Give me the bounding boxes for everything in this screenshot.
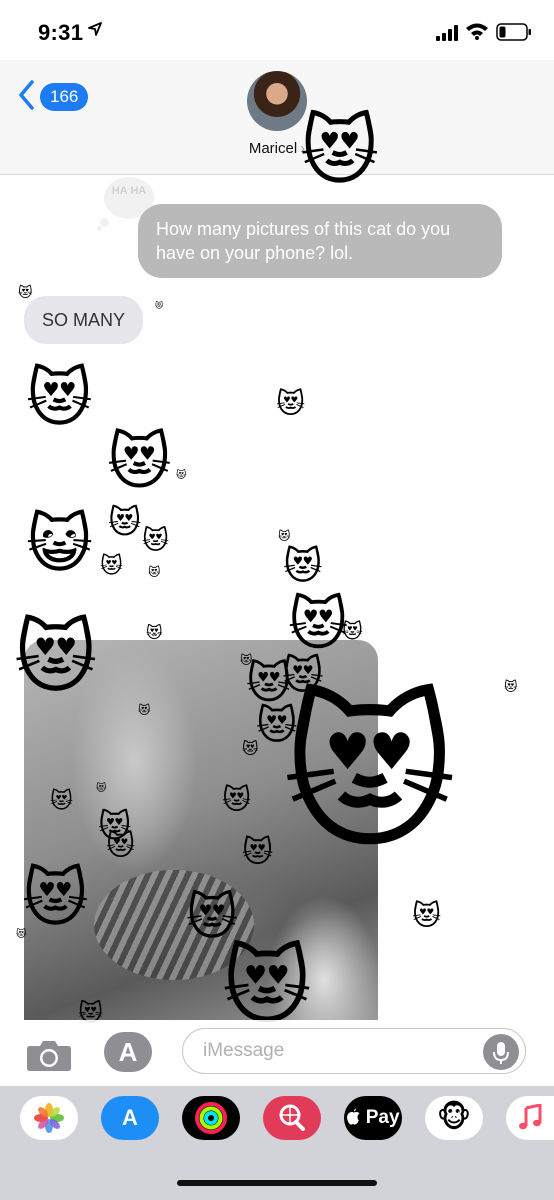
incoming-message-bubble[interactable]: SO MANY: [24, 296, 144, 344]
heart-eyes-cat-icon: 😻: [342, 621, 363, 643]
apple-pay-label: Pay: [365, 1107, 400, 1128]
heart-eyes-cat-icon: 😻: [22, 862, 89, 934]
heart-eyes-cat-icon: 😻: [26, 362, 93, 434]
contact-avatar[interactable]: [247, 71, 307, 131]
heart-eyes-cat-icon: 😻: [16, 929, 27, 940]
battery-icon: [496, 23, 532, 46]
heart-eyes-cat-icon: 😻: [186, 889, 239, 945]
heart-eyes-cat-icon: 😻: [100, 553, 123, 578]
heart-eyes-cat-icon: 😻: [148, 565, 161, 579]
heart-eyes-cat-icon: 😻: [278, 529, 291, 543]
heart-eyes-cat-icon: 😻: [282, 680, 458, 868]
animoji-app-button[interactable]: 🐵: [425, 1096, 483, 1140]
contact-name-button[interactable]: Maricel ›: [0, 140, 554, 157]
imessage-app-drawer: A Pay 🐵: [0, 1086, 554, 1200]
conversation-header: 166 Maricel ›: [0, 60, 554, 175]
heart-eyes-cat-icon: 😻: [276, 388, 306, 419]
app-store-drawer-button[interactable]: A: [104, 1032, 152, 1072]
tapback-tail: [97, 226, 102, 231]
apple-logo-icon: [346, 1107, 365, 1128]
heart-eyes-cat-icon: 😻: [176, 470, 187, 481]
grinning-cat-icon: 😺: [26, 508, 93, 580]
back-button[interactable]: 166: [18, 79, 89, 115]
app-store-icon: A: [118, 1037, 138, 1067]
heart-eyes-cat-icon: 😻: [222, 784, 252, 815]
chevron-left-icon: [18, 79, 34, 115]
imessage-field[interactable]: [182, 1028, 526, 1074]
heart-eyes-cat-icon: 😻: [155, 301, 164, 310]
heart-eyes-cat-icon: 😻: [107, 428, 172, 497]
dictation-button[interactable]: [483, 1034, 519, 1070]
outgoing-message-bubble[interactable]: How many pictures of this cat do you hav…: [138, 204, 502, 278]
heart-eyes-cat-icon: 😻: [14, 613, 98, 702]
heart-eyes-cat-icon: 😻: [412, 900, 442, 931]
activity-app-button[interactable]: [182, 1096, 240, 1140]
heart-eyes-cat-icon: 😻: [108, 504, 142, 540]
heart-eyes-cat-icon: 😻: [242, 741, 259, 758]
camera-icon: [26, 1041, 72, 1076]
heart-eyes-cat-icon: 😻: [242, 836, 274, 869]
music-app-button[interactable]: [506, 1096, 554, 1140]
location-arrow-icon: [88, 22, 102, 41]
heart-eyes-cat-icon: 😻: [50, 788, 73, 813]
status-time: 9:31: [38, 20, 84, 45]
app-store-app-button[interactable]: A: [101, 1096, 159, 1140]
app-store-app-icon: A: [122, 1105, 138, 1130]
music-app-icon: [518, 1103, 542, 1137]
heart-eyes-cat-icon: 😻: [106, 830, 136, 861]
wifi-icon: [465, 22, 489, 45]
compose-bar: A: [0, 1020, 554, 1086]
contact-name: Maricel: [248, 140, 298, 157]
photos-app-button[interactable]: [20, 1096, 78, 1140]
heart-eyes-cat-icon: 😻: [142, 525, 170, 555]
heart-eyes-cat-icon: 😻: [18, 284, 33, 300]
heart-eyes-cat-icon: 😻: [222, 939, 312, 1035]
heart-eyes-cat-icon: 😻: [504, 679, 518, 694]
heart-eyes-cat-icon: 😻: [283, 546, 323, 588]
heart-eyes-cat-icon: 😻: [288, 592, 349, 657]
microphone-icon: [483, 1042, 519, 1074]
heart-eyes-cat-icon: 😻: [300, 109, 380, 194]
heart-eyes-cat-icon: 😻: [96, 783, 107, 794]
unread-count-badge: 166: [40, 83, 89, 111]
image-search-app-button[interactable]: [263, 1096, 321, 1140]
heart-eyes-cat-icon: 😻: [146, 625, 163, 642]
search-images-app-icon: [276, 1104, 308, 1139]
activity-app-icon: [194, 1102, 228, 1140]
tapback-tail: [100, 218, 109, 227]
cellular-signal-icon: [436, 25, 460, 46]
animoji-monkey-icon: 🐵: [436, 1101, 472, 1134]
status-bar: 9:31: [0, 0, 554, 60]
photos-app-icon: [33, 1103, 65, 1139]
camera-button[interactable]: [26, 1038, 72, 1077]
apple-pay-app-button[interactable]: Pay: [344, 1096, 402, 1140]
message-input[interactable]: [201, 1039, 485, 1063]
home-indicator[interactable]: [177, 1180, 377, 1186]
heart-eyes-cat-icon: 😻: [138, 703, 151, 717]
